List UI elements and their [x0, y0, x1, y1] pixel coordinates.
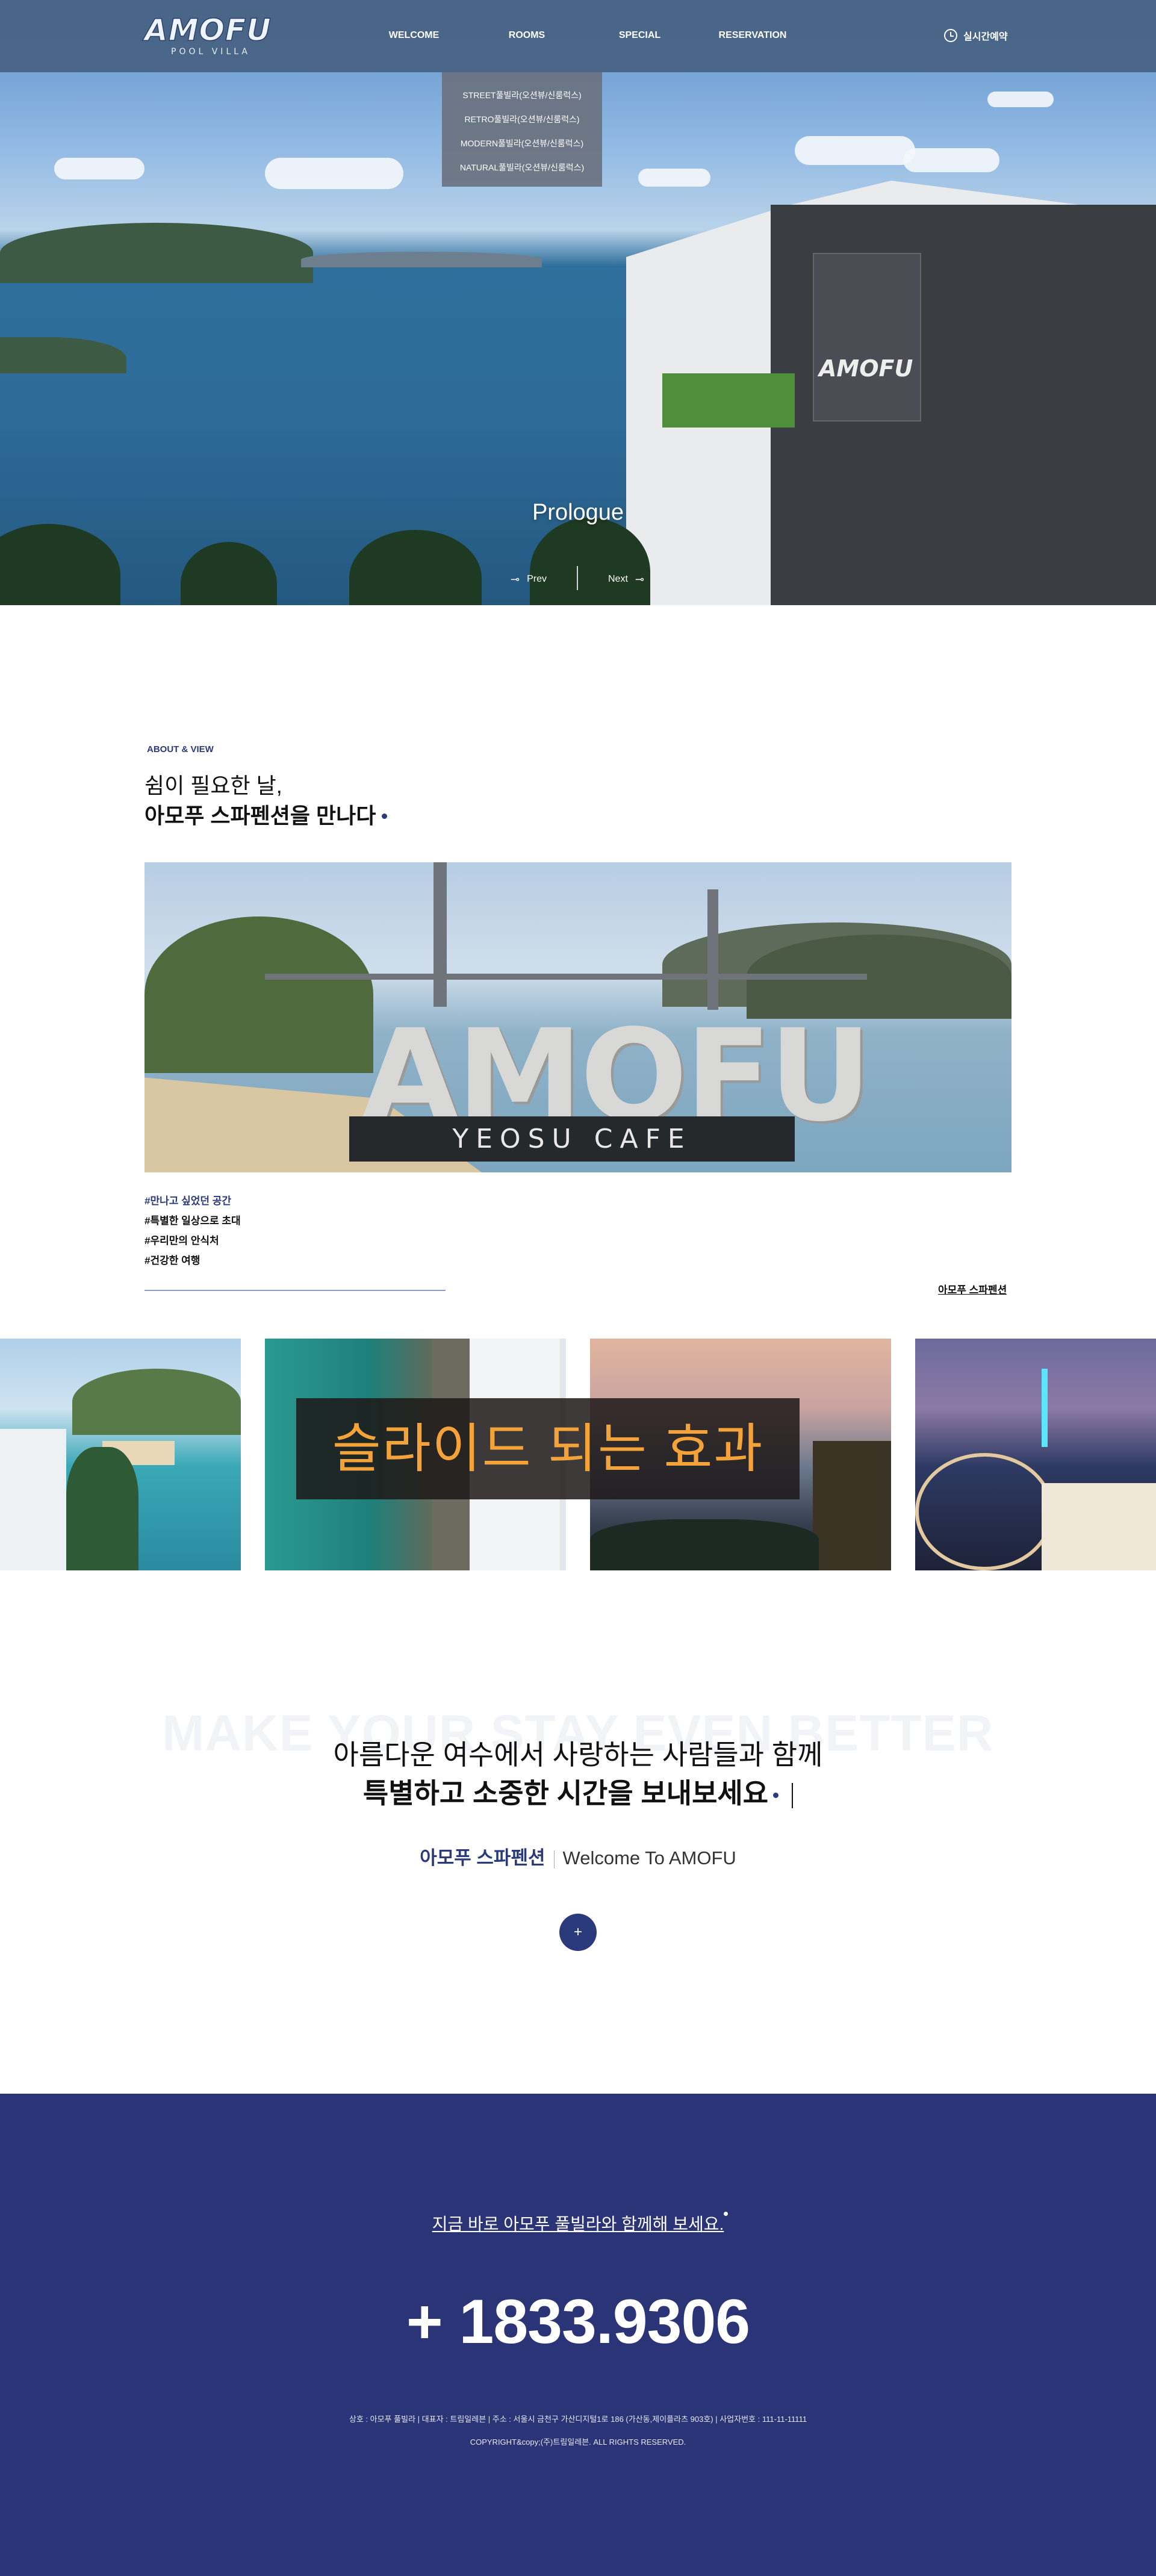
cloud	[638, 169, 710, 187]
yeosu-cafe-board: YEOSU CAFE	[349, 1116, 795, 1162]
hashtag: #특별한 일상으로 초대	[144, 1215, 241, 1227]
site-header: AMOFU POOL VILLA WELCOME ROOMS SPECIAL R…	[0, 0, 1156, 187]
bridge-tower	[707, 889, 718, 1010]
dropdown-item-retro[interactable]: RETRO풀빌라(오션뷰/신룸럭스)	[442, 107, 602, 131]
coast-trees	[66, 1447, 138, 1570]
more-button[interactable]: +	[559, 1914, 597, 1951]
pine-tree	[181, 542, 277, 605]
about-heading-line1: 쉼이 필요한 날,	[144, 773, 282, 798]
hero-prev-label: Prev	[527, 574, 547, 584]
site-footer: 지금 바로 아모푸 풀빌라와 함께해 보세요. + 1833.9306 상호 :…	[0, 2094, 1156, 2576]
gallery-photo-night[interactable]	[915, 1339, 1156, 1570]
cloud	[54, 158, 144, 179]
stay-subtitle: 아모푸 스파펜션 Welcome To AMOFU	[0, 1843, 1156, 1870]
dropdown-item-street[interactable]: STREET풀빌라(오션뷰/신룸럭스)	[442, 83, 602, 107]
accent-dot	[773, 1793, 779, 1799]
nav-special[interactable]: SPECIAL	[587, 0, 692, 72]
night-terrace	[1042, 1483, 1156, 1570]
footer-copyright: COPYRIGHT&copy;(주)트림일레븐. ALL RIGHTS RESE…	[470, 2438, 686, 2447]
stay-heading-line2-wrap: 특별하고 소중한 시간을 보내보세요	[0, 1772, 1156, 1811]
nav-reservation[interactable]: RESERVATION	[692, 0, 813, 72]
stay-heading-line2: 특별하고 소중한 시간을 보내보세요	[362, 1778, 769, 1809]
logo-subtitle: POOL VILLA	[171, 47, 250, 57]
pine-tree	[349, 530, 482, 605]
arrow-left-icon: ⊸	[511, 573, 520, 585]
clock-icon	[944, 29, 957, 42]
footer-phone[interactable]: + 1833.9306	[0, 2286, 1156, 2358]
logo[interactable]: AMOFU POOL VILLA	[144, 13, 272, 61]
stay-brand: 아모푸 스파펜션	[420, 1847, 545, 1868]
bridge-tower	[434, 862, 447, 1007]
plus-icon: +	[573, 1924, 582, 1940]
footer-cta: 지금 바로 아모푸 풀빌라와 함께해 보세요.	[0, 2211, 1156, 2235]
cloud	[265, 158, 403, 189]
hillside	[144, 916, 373, 1073]
about-heading-line2: 아모푸 스파펜션을 만나다	[144, 803, 376, 828]
nav-rooms[interactable]: ROOMS	[467, 0, 587, 72]
hero-prev-button[interactable]: ⊸ Prev	[503, 571, 547, 588]
about-eyebrow: ABOUT & VIEW	[147, 744, 214, 754]
gallery-photo-coast[interactable]	[0, 1339, 241, 1570]
hashtag: #우리만의 안식처	[144, 1235, 219, 1246]
island	[0, 337, 126, 373]
arrow-right-icon: ⊸	[635, 573, 644, 585]
pine-tree	[0, 524, 120, 605]
villa-sign-text: AMOFU	[819, 355, 913, 382]
hashtag: #만나고 싶었던 공간	[144, 1195, 232, 1207]
footer-business-info: 상호 : 아모푸 풀빌라 | 대표자 : 트림일레븐 | 주소 : 서울시 금천…	[349, 2415, 807, 2424]
island	[0, 223, 313, 283]
dropdown-item-natural[interactable]: NATURAL풀빌라(오션뷰/신룸럭스)	[442, 155, 602, 179]
accent-dot	[724, 2212, 728, 2216]
nav-rooms-label: ROOMS	[508, 30, 545, 40]
rooms-dropdown: STREET풀빌라(오션뷰/신룸럭스) RETRO풀빌라(오션뷰/신룸럭스) M…	[442, 72, 602, 187]
hero-title: Prologue	[532, 500, 624, 525]
rooftop-lawn	[662, 373, 795, 428]
about-link[interactable]: 아모푸 스파펜션	[938, 1281, 1007, 1296]
dropdown-item-modern[interactable]: MODERN풀빌라(오션뷰/신룸럭스)	[442, 131, 602, 155]
main-nav: WELCOME ROOMS SPECIAL RESERVATION STREET…	[361, 0, 813, 187]
logo-wordmark: AMOFU	[144, 13, 272, 48]
footer-cta-link[interactable]: 지금 바로 아모푸 풀빌라와 함께해 보세요.	[432, 2215, 724, 2233]
stay-separator	[553, 1850, 555, 1868]
realtime-reservation-label: 실시간예약	[963, 32, 1008, 42]
coast-hill	[72, 1369, 241, 1435]
island	[301, 252, 542, 267]
cloud	[903, 148, 999, 172]
cloud	[987, 92, 1054, 107]
typing-caret	[792, 1782, 794, 1808]
hashtag: #건강한 여행	[144, 1255, 200, 1266]
nav-welcome[interactable]: WELCOME	[361, 0, 467, 72]
about-divider	[144, 1290, 446, 1291]
stay-welcome: Welcome To AMOFU	[562, 1847, 736, 1868]
realtime-reservation-button[interactable]: 실시간예약	[944, 26, 1008, 45]
sunset-trees	[590, 1519, 819, 1570]
stay-heading-line1: 아름다운 여수에서 사랑하는 사람들과 함께	[333, 1739, 823, 1770]
gallery-banner: 슬라이드 되는 효과	[296, 1398, 800, 1499]
hero-next-button[interactable]: Next ⊸	[608, 571, 651, 588]
villa-sign-panel	[813, 253, 921, 422]
sunset-building	[813, 1441, 891, 1570]
bridge-deck	[265, 974, 867, 980]
night-bridge-tower	[1042, 1369, 1048, 1447]
night-rattan-chair	[915, 1453, 1054, 1570]
accent-dot	[382, 814, 387, 819]
about-photo: AMOFU YEOSU CAFE	[144, 862, 1012, 1172]
cloud	[795, 136, 915, 165]
coast-building	[0, 1429, 66, 1570]
hero-next-label: Next	[608, 574, 628, 584]
hero-control-divider	[577, 566, 578, 590]
